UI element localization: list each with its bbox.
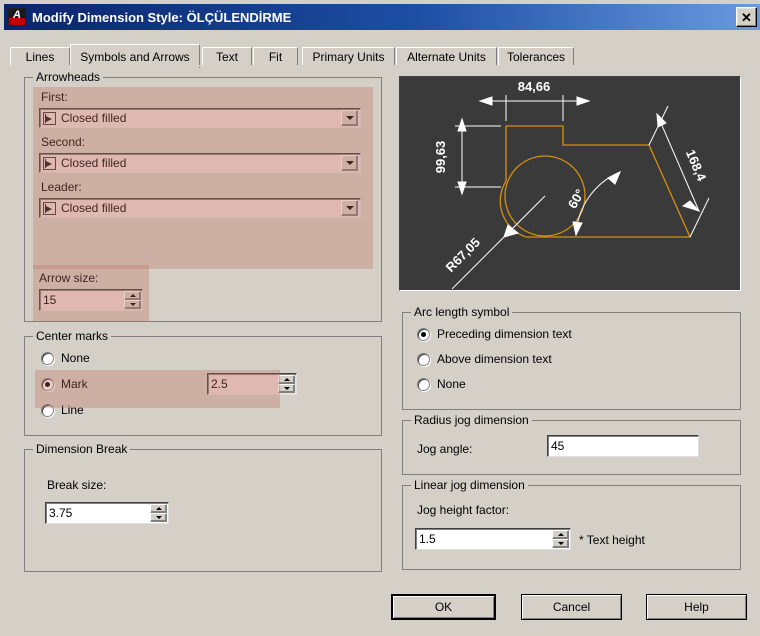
center-mark-option-none[interactable]: None xyxy=(41,351,90,365)
leader-arrowhead-value: Closed filled xyxy=(61,201,127,215)
tab-primary-units[interactable]: Primary Units xyxy=(302,47,395,66)
arrow-size-value[interactable]: 15 xyxy=(40,290,124,310)
second-arrowhead-value: Closed filled xyxy=(61,156,127,170)
arrowhead-closed-filled-icon xyxy=(43,201,56,215)
arc-length-above-label: Above dimension text xyxy=(437,352,552,366)
first-arrowhead-combo[interactable]: Closed filled xyxy=(39,108,361,128)
break-size-value[interactable]: 3.75 xyxy=(46,503,150,523)
dim-left-vertical xyxy=(455,117,501,196)
arrow-size-decrement-icon[interactable] xyxy=(124,300,141,309)
break-size-label: Break size: xyxy=(47,478,107,492)
autocad-logo-icon: A xyxy=(8,8,26,26)
center-mark-size-decrement-icon[interactable] xyxy=(278,384,295,393)
chevron-down-icon[interactable] xyxy=(341,155,358,171)
tab-lines[interactable]: Lines xyxy=(10,47,70,66)
part-outline xyxy=(505,125,692,238)
radio-icon xyxy=(417,377,430,391)
arc-length-option-none[interactable]: None xyxy=(417,377,466,391)
jog-height-factor-stepper[interactable]: 1.5 xyxy=(415,528,571,550)
arrow-size-label: Arrow size: xyxy=(39,271,99,285)
jog-height-suffix-label: * Text height xyxy=(579,533,645,547)
break-size-decrement-icon[interactable] xyxy=(150,513,167,522)
arrowhead-closed-filled-icon xyxy=(43,156,56,170)
tab-fit[interactable]: Fit xyxy=(253,47,298,66)
radius-jog-group-title: Radius jog dimension xyxy=(411,413,532,427)
center-mark-line-label: Line xyxy=(61,403,84,417)
chevron-down-icon[interactable] xyxy=(341,110,358,126)
second-arrowhead-combo[interactable]: Closed filled xyxy=(39,153,361,173)
center-marks-group-title: Center marks xyxy=(33,329,112,343)
center-mark-size-increment-icon[interactable] xyxy=(278,375,295,384)
tab-alternate-units[interactable]: Alternate Units xyxy=(396,47,497,66)
radio-icon-selected xyxy=(417,327,430,341)
modify-dimension-style-dialog: A Modify Dimension Style: ÖLÇÜLENDİRME ✕… xyxy=(0,0,760,636)
dimension-break-group-title: Dimension Break xyxy=(33,442,131,456)
title-bar: A Modify Dimension Style: ÖLÇÜLENDİRME ✕ xyxy=(4,4,760,30)
center-mark-none-label: None xyxy=(61,351,90,365)
window-title: Modify Dimension Style: ÖLÇÜLENDİRME xyxy=(32,9,292,25)
dim-top-linear xyxy=(478,95,591,121)
jog-height-factor-label: Jog height factor: xyxy=(417,503,510,517)
break-size-increment-icon[interactable] xyxy=(150,504,167,513)
arc-length-option-above[interactable]: Above dimension text xyxy=(417,352,552,366)
tab-text[interactable]: Text xyxy=(202,47,252,66)
arc-length-symbol-group-title: Arc length symbol xyxy=(411,305,513,319)
arrowhead-closed-filled-icon xyxy=(43,111,56,125)
radio-icon xyxy=(41,403,54,417)
center-mark-option-line[interactable]: Line xyxy=(41,403,84,417)
dim-left-vertical-text: 99,63 xyxy=(433,141,448,174)
tab-underline xyxy=(10,65,754,67)
tab-strip: Lines Symbols and Arrows Text Fit Primar… xyxy=(10,44,754,68)
center-mark-option-mark[interactable]: Mark xyxy=(41,377,88,391)
close-icon[interactable]: ✕ xyxy=(736,7,757,27)
dimension-break-group: Dimension Break Break size: 3.75 xyxy=(24,442,382,572)
center-marks-group: Center marks None Mark Line 2.5 xyxy=(24,329,382,436)
arrowheads-group: Arrowheads First: Closed filled Second: … xyxy=(24,70,382,322)
center-mark-size-value[interactable]: 2.5 xyxy=(208,374,278,394)
break-size-stepper[interactable]: 3.75 xyxy=(45,502,169,524)
jog-angle-input[interactable]: 45 xyxy=(547,435,699,457)
radio-icon xyxy=(417,352,430,366)
dim-aligned-text: 168,4 xyxy=(683,147,710,184)
dim-radial-text: R67,05 xyxy=(443,235,483,275)
ok-button[interactable]: OK xyxy=(391,594,496,620)
chevron-down-icon[interactable] xyxy=(341,200,358,216)
arc-length-symbol-group: Arc length symbol Preceding dimension te… xyxy=(402,305,741,410)
first-arrowhead-label: First: xyxy=(41,90,68,104)
first-arrowhead-value: Closed filled xyxy=(61,111,127,125)
preview-drawing: 84,66 99,63 R67,05 60° 168,4 xyxy=(433,79,710,290)
dim-top-linear-text: 84,66 xyxy=(518,79,551,94)
leader-arrowhead-label: Leader: xyxy=(41,180,82,194)
center-mark-mark-label: Mark xyxy=(61,377,88,391)
arrow-size-stepper[interactable]: 15 xyxy=(39,289,143,311)
linear-jog-group-title: Linear jog dimension xyxy=(411,478,528,492)
jog-height-factor-value[interactable]: 1.5 xyxy=(416,529,552,549)
radio-icon-selected xyxy=(41,377,54,391)
jog-angle-label: Jog angle: xyxy=(417,442,473,456)
help-button[interactable]: Help xyxy=(646,594,747,620)
arc-length-option-preceding[interactable]: Preceding dimension text xyxy=(417,327,572,341)
dimension-style-preview: 84,66 99,63 R67,05 60° 168,4 xyxy=(399,76,741,291)
center-mark-size-stepper[interactable]: 2.5 xyxy=(207,373,297,395)
arc-length-none-label: None xyxy=(437,377,466,391)
cancel-button[interactable]: Cancel xyxy=(521,594,622,620)
arrowheads-group-title: Arrowheads xyxy=(33,70,104,84)
jog-height-decrement-icon[interactable] xyxy=(552,539,569,548)
radio-icon xyxy=(41,351,54,365)
leader-arrowhead-combo[interactable]: Closed filled xyxy=(39,198,361,218)
linear-jog-group: Linear jog dimension Jog height factor: … xyxy=(402,478,741,570)
arc-length-preceding-label: Preceding dimension text xyxy=(437,327,572,341)
jog-height-increment-icon[interactable] xyxy=(552,530,569,539)
arrow-size-increment-icon[interactable] xyxy=(124,291,141,300)
second-arrowhead-label: Second: xyxy=(41,135,86,149)
radius-jog-group: Radius jog dimension Jog angle: 45 xyxy=(402,413,741,475)
tab-tolerances[interactable]: Tolerances xyxy=(498,47,574,66)
